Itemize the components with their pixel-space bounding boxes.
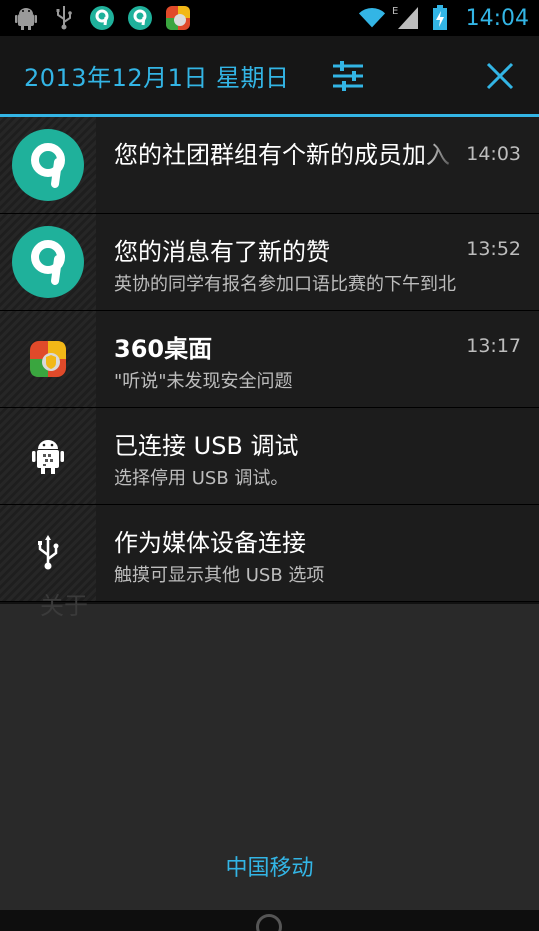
- title-fade: [420, 133, 460, 165]
- notification-item[interactable]: 360桌面 13:17 "听说"未发现安全问题: [0, 311, 539, 408]
- usb-icon: [50, 4, 78, 32]
- close-icon: [486, 62, 514, 90]
- notification-time: 13:52: [466, 238, 521, 260]
- notification-time: 14:03: [466, 143, 521, 165]
- notification-text: 触摸可显示其他 USB 选项: [114, 565, 325, 586]
- status-bar: E 14:04: [0, 0, 539, 36]
- background-app-text: 关于: [40, 592, 88, 620]
- android-debug-icon: [12, 4, 40, 32]
- notification-header: 2013年12月1日 星期日: [0, 36, 539, 116]
- status-clock: 14:04: [465, 5, 529, 31]
- app-9-icon: [12, 226, 84, 298]
- battery-charging-icon: [426, 4, 454, 32]
- signal-icon: E: [392, 4, 420, 32]
- settings-button[interactable]: [328, 56, 368, 96]
- app-9-icon: [12, 129, 84, 201]
- svg-text:E: E: [392, 6, 398, 17]
- wifi-icon: [358, 4, 386, 32]
- notification-icon-area: [0, 117, 96, 213]
- usb-icon: [38, 535, 59, 570]
- notification-title: 作为媒体设备连接: [114, 529, 306, 557]
- 360-icon: [30, 341, 66, 377]
- notification-icon-area: [0, 214, 96, 310]
- app-9-icon: [126, 4, 154, 32]
- notification-list: 您的社团群组有个新的成员加入 14:03 您的消息有了新的赞 13:52 英协的…: [0, 117, 539, 602]
- notification-item[interactable]: 已连接 USB 调试 选择停用 USB 调试。: [0, 408, 539, 505]
- notification-icon-area: [0, 311, 96, 407]
- notification-item[interactable]: 您的社团群组有个新的成员加入 14:03: [0, 117, 539, 214]
- notification-title: 360桌面: [114, 335, 213, 363]
- app-9-icon: [88, 4, 116, 32]
- notification-title: 您的消息有了新的赞: [114, 238, 330, 266]
- 360-icon: [164, 4, 192, 32]
- notification-title: 您的社团群组有个新的成员加入: [114, 141, 450, 169]
- sliders-icon: [333, 61, 363, 91]
- notification-text: "听说"未发现安全问题: [114, 371, 293, 392]
- notification-text: 英协的同学有报名参加口语比赛的下午到北: [114, 274, 456, 295]
- notification-text: 选择停用 USB 调试。: [114, 468, 289, 489]
- notification-time: 13:17: [466, 335, 521, 357]
- date-label: 2013年12月1日 星期日: [24, 64, 290, 92]
- close-button[interactable]: [480, 56, 520, 96]
- android-debug-icon: [32, 440, 64, 474]
- notification-icon-area: [0, 408, 96, 504]
- notification-title: 已连接 USB 调试: [114, 432, 299, 460]
- carrier-label: 中国移动: [225, 856, 314, 881]
- notification-item[interactable]: 您的消息有了新的赞 13:52 英协的同学有报名参加口语比赛的下午到北: [0, 214, 539, 311]
